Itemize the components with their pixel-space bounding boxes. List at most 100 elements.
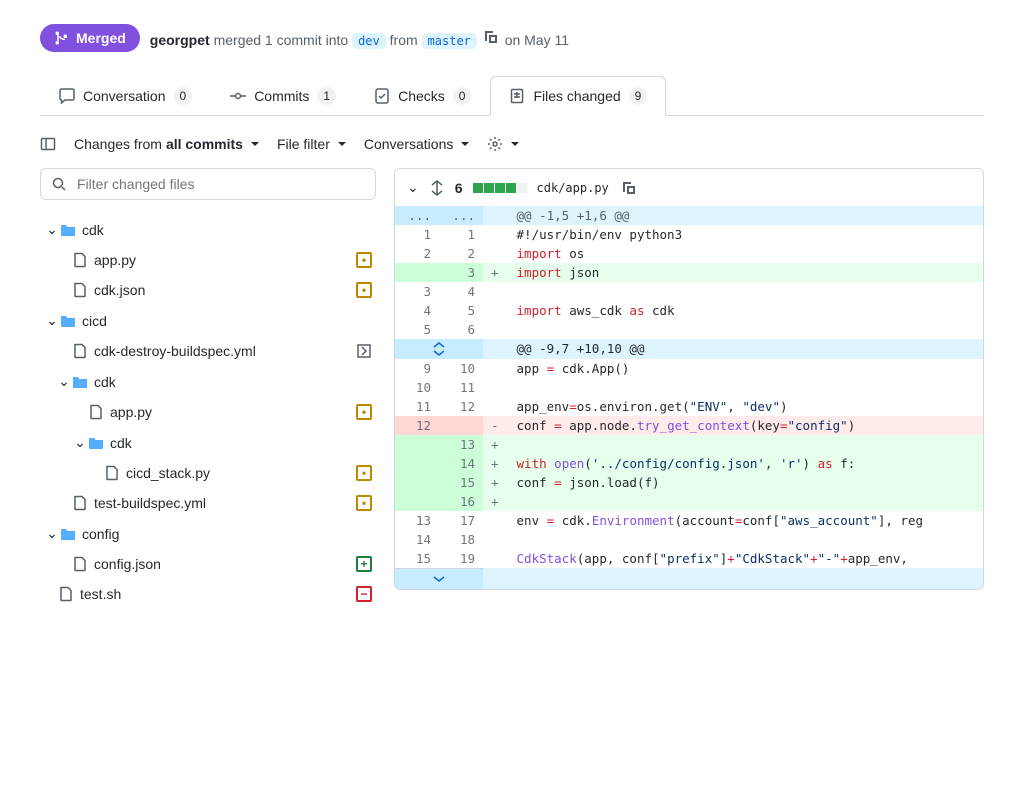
changes-scope-dropdown[interactable]: Changes from all commits [74, 136, 259, 152]
commits-count: 1 [317, 87, 336, 105]
status-modified-icon: • [356, 404, 372, 420]
chevron-down-icon: ⌄ [56, 373, 72, 390]
folder-config[interactable]: ⌄ config [40, 518, 376, 549]
file-icon [72, 556, 88, 572]
copy-path-icon[interactable] [621, 180, 637, 196]
folder-icon [60, 313, 76, 329]
filter-input[interactable] [75, 175, 365, 193]
settings-dropdown[interactable] [487, 136, 519, 152]
checks-count: 0 [453, 87, 472, 105]
conversation-count: 0 [174, 87, 193, 105]
status-renamed-icon [356, 343, 372, 359]
file-tree: ⌄ cdk app.py • cdk.json • ⌄ cicd cdk-des… [40, 214, 376, 609]
file-test-buildspec[interactable]: test-buildspec.yml • [40, 488, 376, 518]
commit-icon [230, 88, 246, 104]
file-icon [72, 495, 88, 511]
diff-line[interactable]: 1112 app_env=os.environ.get("ENV", "dev"… [395, 397, 983, 416]
file-config-json[interactable]: config.json + [40, 549, 376, 579]
diff-line[interactable]: 1317 env = cdk.Environment(account=conf[… [395, 511, 983, 530]
diff-line-added[interactable]: 14+with open('../config/config.json', 'r… [395, 454, 983, 473]
file-icon [72, 252, 88, 268]
file-cdk-destroy[interactable]: cdk-destroy-buildspec.yml [40, 336, 376, 366]
chevron-down-icon: ⌄ [72, 434, 88, 451]
tab-commits[interactable]: Commits 1 [211, 76, 355, 116]
diff-file-path[interactable]: cdk/app.py [537, 181, 609, 195]
file-cicd-stack[interactable]: cicd_stack.py • [40, 458, 376, 488]
pr-author[interactable]: georgpet [150, 32, 210, 48]
folder-cicd-cdk[interactable]: ⌄ cdk [40, 366, 376, 397]
diff-line[interactable]: 22import os [395, 244, 983, 263]
diff-line-added[interactable]: 16+ [395, 492, 983, 511]
diff-line[interactable]: 1418 [395, 530, 983, 549]
chevron-down-icon: ⌄ [44, 312, 60, 329]
tab-files[interactable]: Files changed 9 [490, 76, 666, 116]
search-icon [51, 176, 67, 192]
file-cicd-app-py[interactable]: app.py • [40, 397, 376, 427]
file-test-sh[interactable]: test.sh − [40, 579, 376, 609]
expand-down-footer[interactable] [395, 568, 983, 589]
diff-line-added[interactable]: 3+import json [395, 263, 983, 282]
tab-checks[interactable]: Checks 0 [355, 76, 490, 116]
diff-line[interactable]: 1519 CdkStack(app, conf["prefix"]+"CdkSt… [395, 549, 983, 568]
diff-code-table: ......@@ -1,5 +1,6 @@ 11#!/usr/bin/env p… [395, 206, 983, 568]
merged-date: on May 11 [505, 32, 569, 48]
sidebar-toggle-icon[interactable] [40, 136, 56, 152]
chevron-down-icon: ⌄ [44, 525, 60, 542]
chevron-down-icon: ⌄ [44, 221, 60, 238]
pr-tabs: Conversation 0 Commits 1 Checks 0 Files … [40, 76, 984, 116]
status-modified-icon: • [356, 282, 372, 298]
diff-stat-blocks [473, 183, 527, 193]
status-added-icon: + [356, 556, 372, 572]
file-icon [88, 404, 104, 420]
diff-line[interactable]: 45import aws_cdk as cdk [395, 301, 983, 320]
diff-line[interactable]: 910app = cdk.App() [395, 359, 983, 378]
file-cdk-json[interactable]: cdk.json • [40, 275, 376, 305]
tab-conversation[interactable]: Conversation 0 [40, 76, 211, 116]
checks-icon [374, 88, 390, 104]
folder-cicd[interactable]: ⌄ cicd [40, 305, 376, 336]
expand-all-icon[interactable] [429, 180, 445, 196]
folder-cdk[interactable]: ⌄ cdk [40, 214, 376, 245]
folder-icon [60, 526, 76, 542]
diff-line-added[interactable]: 13+ [395, 435, 983, 454]
merged-badge: Merged [40, 24, 140, 52]
gear-icon [487, 136, 503, 152]
file-icon [58, 586, 74, 602]
file-icon [72, 343, 88, 359]
folder-icon [60, 222, 76, 238]
status-modified-icon: • [356, 465, 372, 481]
copy-branch-icon[interactable] [483, 29, 499, 45]
expand-lines[interactable]: @@ -9,7 +10,10 @@ [395, 339, 983, 359]
merge-icon [54, 30, 70, 46]
folder-icon [72, 374, 88, 390]
diff-line-added[interactable]: 15+ conf = json.load(f) [395, 473, 983, 492]
file-filter-box[interactable] [40, 168, 376, 200]
status-modified-icon: • [356, 252, 372, 268]
folder-cicd-cdk-cdk[interactable]: ⌄ cdk [40, 427, 376, 458]
diff-line-deleted[interactable]: 12- conf = app.node.try_get_context(key=… [395, 416, 983, 435]
file-icon [104, 465, 120, 481]
folder-icon [88, 435, 104, 451]
conversations-dropdown[interactable]: Conversations [364, 136, 470, 152]
merged-label: Merged [76, 30, 126, 46]
diff-lines-count: 6 [455, 180, 463, 196]
pr-header: Merged georgpet merged 1 commit into dev… [40, 24, 984, 52]
file-filter-dropdown[interactable]: File filter [277, 136, 346, 152]
comment-icon [59, 88, 75, 104]
diff-file-header: ⌄ 6 cdk/app.py [395, 169, 983, 206]
diff-line[interactable]: 11#!/usr/bin/env python3 [395, 225, 983, 244]
file-app-py[interactable]: app.py • [40, 245, 376, 275]
status-deleted-icon: − [356, 586, 372, 602]
status-modified-icon: • [356, 495, 372, 511]
diff-line[interactable]: 56 [395, 320, 983, 339]
diff-line[interactable]: 34 [395, 282, 983, 301]
diff-line[interactable]: 1011 [395, 378, 983, 397]
diff-toolbar: Changes from all commits File filter Con… [40, 132, 984, 168]
hunk-header[interactable]: ......@@ -1,5 +1,6 @@ [395, 206, 983, 225]
file-icon [72, 282, 88, 298]
chevron-down-icon[interactable]: ⌄ [407, 179, 419, 196]
file-tree-sidebar: ⌄ cdk app.py • cdk.json • ⌄ cicd cdk-des… [40, 168, 376, 609]
diff-panel: ⌄ 6 cdk/app.py ......@@ -1,5 +1,6 @@ 11#… [394, 168, 984, 590]
head-branch-pill[interactable]: master [422, 33, 477, 49]
base-branch-pill[interactable]: dev [352, 33, 386, 49]
